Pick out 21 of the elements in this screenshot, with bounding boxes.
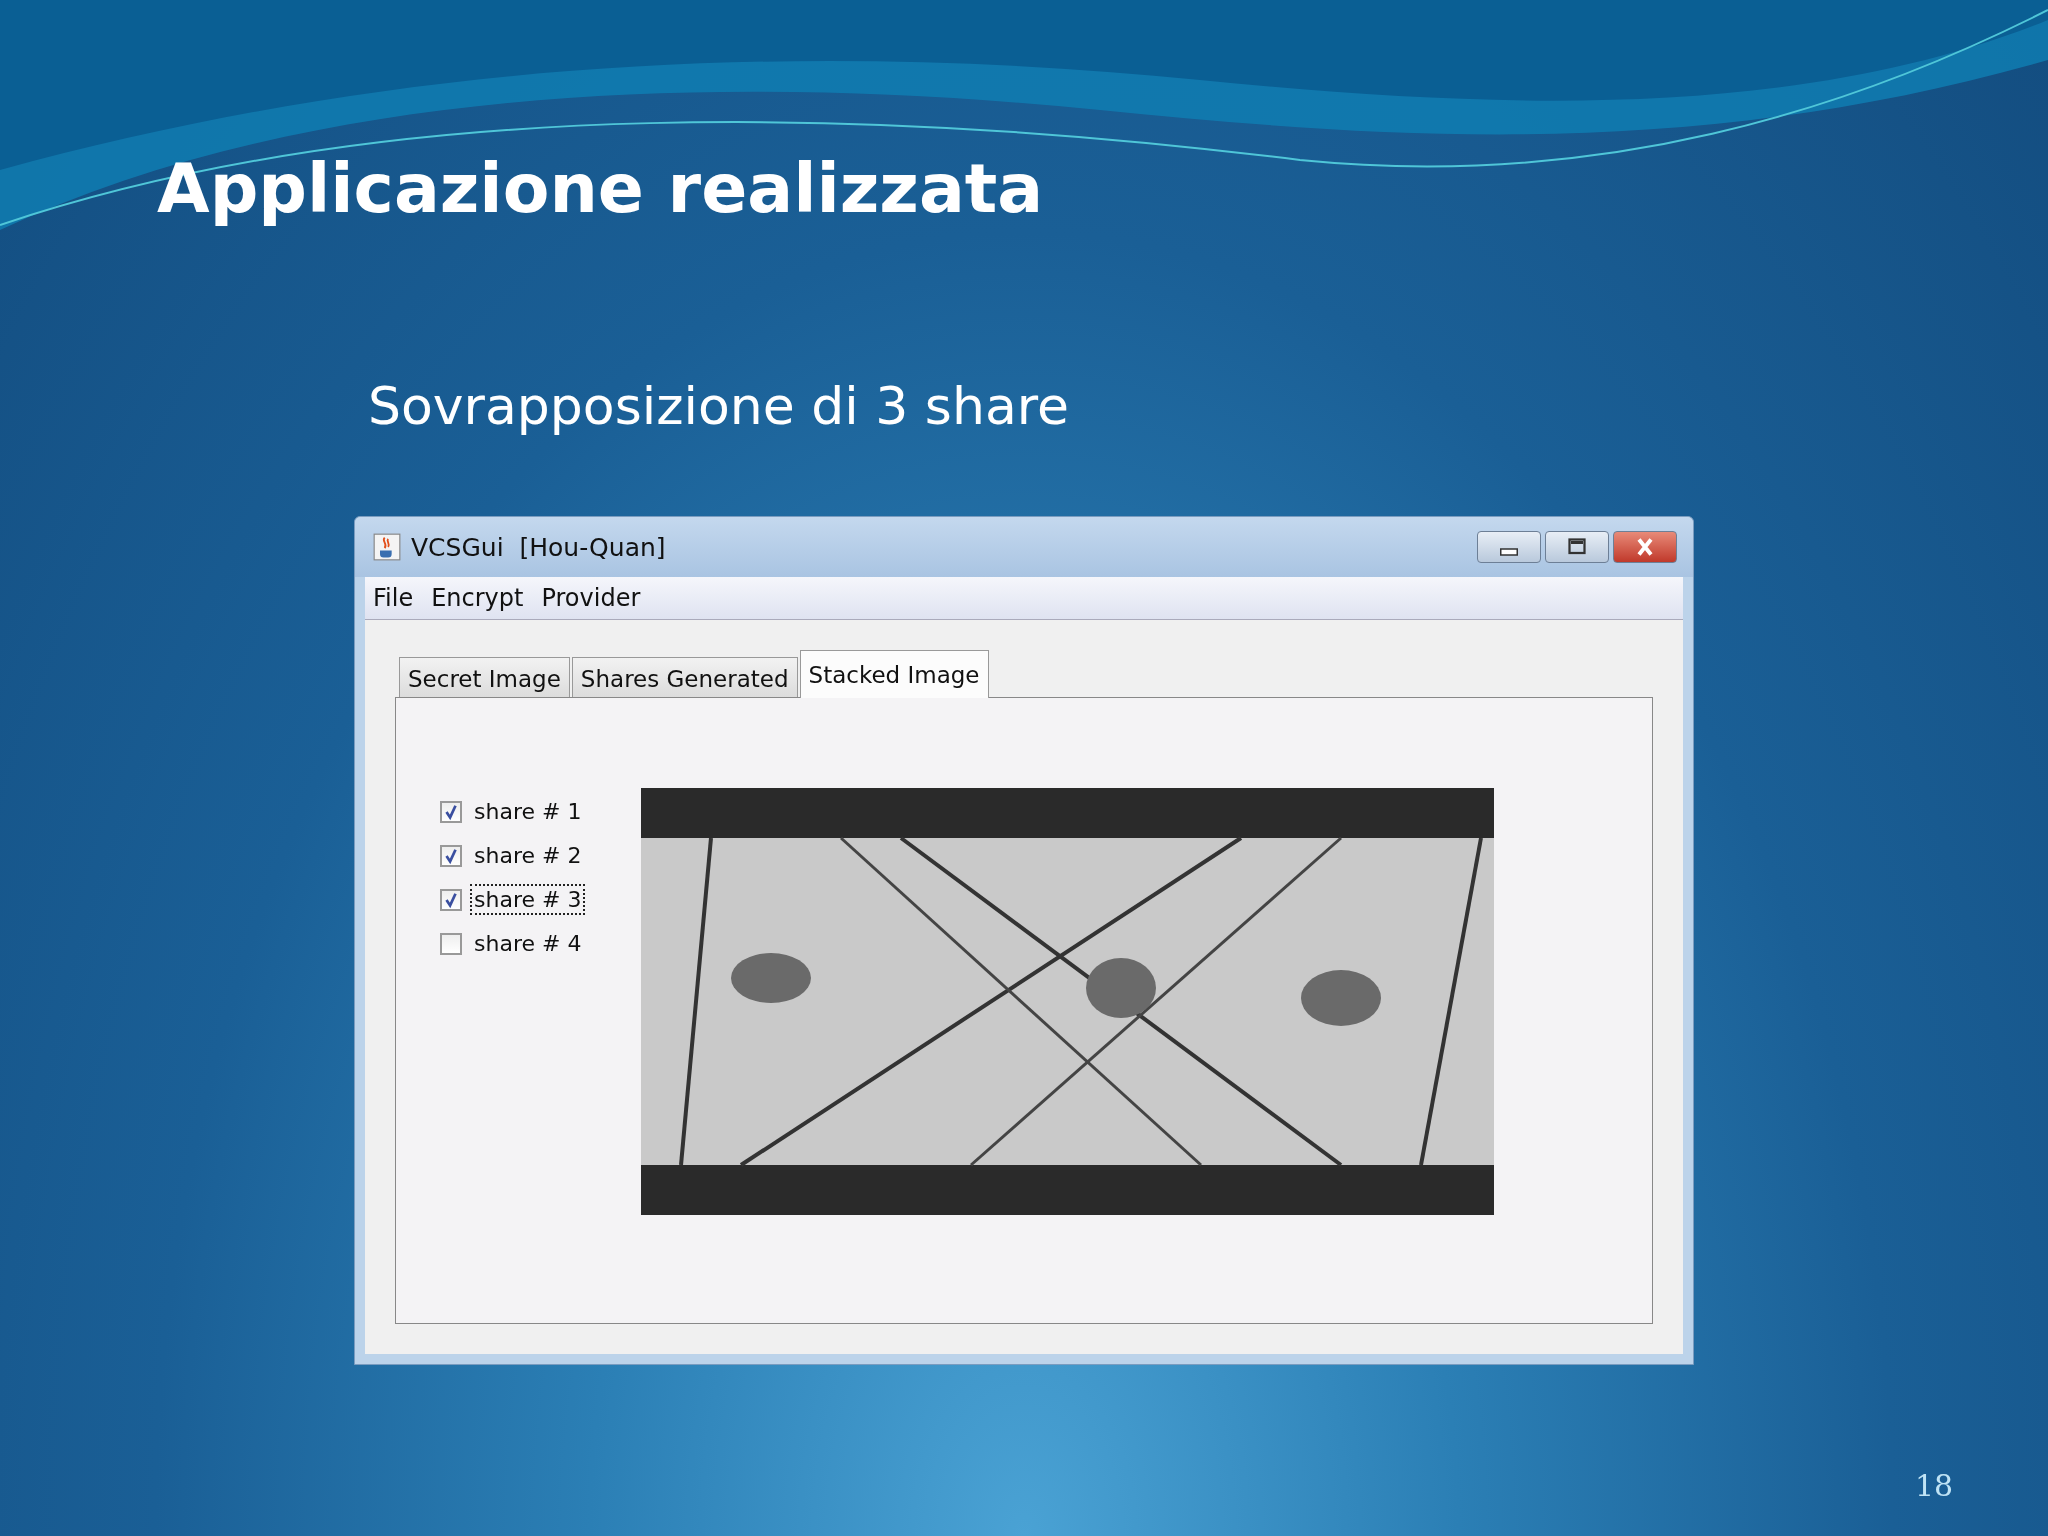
menu-item[interactable]: Encrypt xyxy=(431,584,524,612)
minimize-icon xyxy=(1500,548,1518,556)
tab[interactable]: Stacked Image xyxy=(799,650,989,698)
checkbox-label[interactable]: share # 3 xyxy=(470,884,586,915)
checkbox[interactable] xyxy=(440,932,462,955)
menu-item[interactable]: File xyxy=(373,584,414,612)
checkbox[interactable] xyxy=(440,800,462,823)
close-button[interactable] xyxy=(1613,531,1677,563)
checkbox-label[interactable]: share # 4 xyxy=(470,928,586,959)
checkbox-label[interactable]: share # 1 xyxy=(470,796,586,827)
minimize-button[interactable] xyxy=(1477,531,1541,563)
coffee-cup-icon xyxy=(373,533,401,561)
tab[interactable]: Secret Image xyxy=(399,657,570,697)
checkbox-label[interactable]: share # 2 xyxy=(470,840,586,871)
page-number: 18 xyxy=(1915,1468,1954,1503)
tab[interactable]: Shares Generated xyxy=(571,657,798,697)
checkbox[interactable] xyxy=(440,888,462,911)
window-title: VCSGui [Hou-Quan] xyxy=(411,532,666,562)
maximize-button[interactable] xyxy=(1545,531,1609,563)
menu-item[interactable]: Provider xyxy=(541,584,641,612)
checkbox[interactable] xyxy=(440,844,462,867)
